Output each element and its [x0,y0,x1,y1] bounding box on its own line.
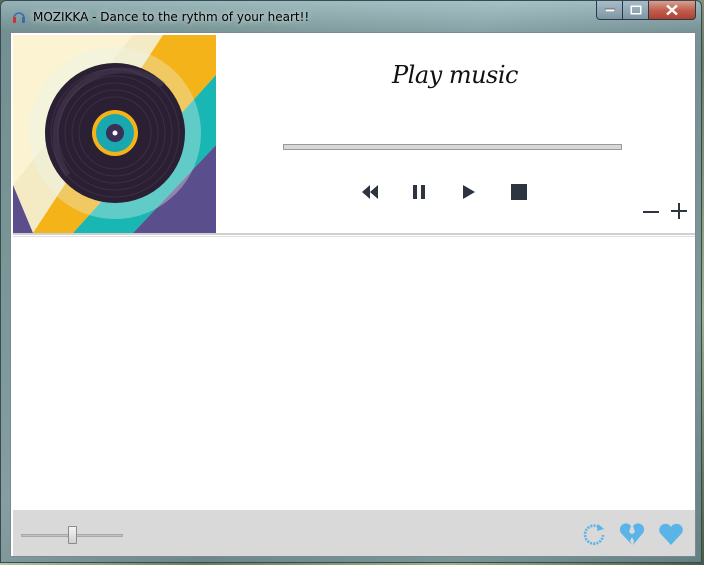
stop-button[interactable] [508,181,530,203]
app-headphones-icon [13,12,25,23]
refresh-button[interactable] [581,521,607,547]
pause-button[interactable] [408,181,430,203]
heart-icon [659,523,683,545]
close-button[interactable] [649,1,696,20]
vinyl-record-image [13,35,216,233]
header-divider [13,233,695,235]
track-progress-bar[interactable] [283,144,622,150]
maximize-button[interactable] [623,1,649,20]
play-icon [463,185,475,199]
stop-icon [511,184,527,200]
album-art [13,35,216,233]
favorite-button[interactable] [658,521,684,547]
minus-icon [643,211,659,213]
volume-slider-thumb[interactable] [68,526,77,544]
footer-bar [13,510,695,556]
play-button[interactable] [457,181,479,203]
window-title: MOZIKKA - Dance to the rythm of your hea… [33,10,310,24]
playlist-panel[interactable] [13,236,695,510]
now-playing-panel: Play music [216,35,694,233]
rewind-button[interactable] [359,181,381,203]
close-icon [666,4,678,16]
plus-icon [671,203,687,219]
volume-down-button[interactable] [641,202,661,222]
rewind-icon [362,185,378,199]
window-controls [596,1,696,21]
maximize-icon [630,5,641,15]
pause-icon [413,185,425,199]
broken-heart-icon [619,523,645,545]
refresh-icon [583,524,605,545]
app-window: MOZIKKA - Dance to the rythm of your hea… [0,0,702,563]
title-bar[interactable]: MOZIKKA - Dance to the rythm of your hea… [1,1,701,33]
minimize-button[interactable] [596,1,623,20]
volume-up-button[interactable] [669,201,689,221]
player-client-area: Play music [10,32,696,557]
play-music-heading: Play music [392,61,518,89]
unfavorite-button[interactable] [619,521,645,547]
minimize-icon [604,8,615,12]
